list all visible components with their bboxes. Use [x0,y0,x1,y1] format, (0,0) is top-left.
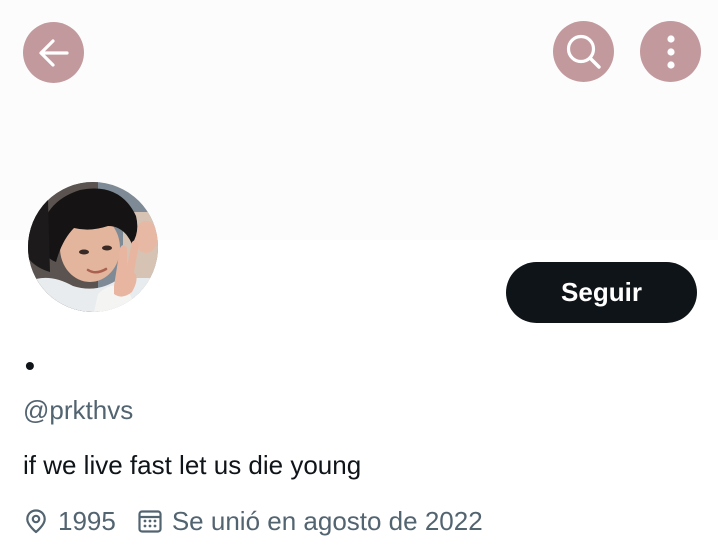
location-item: 1995 [23,506,116,537]
calendar-icon [138,510,162,533]
joined-item: Se unió en agosto de 2022 [137,506,483,537]
search-icon [566,34,601,69]
user-handle: @prkthvs [23,395,134,425]
more-vertical-icon [666,34,675,69]
bio-text: if we live fast let us die young [23,450,362,480]
search-button[interactable] [553,21,614,82]
arrow-left-icon [38,38,69,67]
location-text: 1995 [58,505,116,536]
back-button[interactable] [23,22,84,83]
location-pin-icon [26,509,46,534]
profile-meta: 1995 Se unió en agosto de 2022 [23,503,483,539]
avatar[interactable] [28,182,158,312]
more-options-button[interactable] [640,21,701,82]
profile-page: Seguir • @prkthvs if we live fast let us… [0,0,718,553]
avatar-photo [28,182,158,312]
follow-button[interactable]: Seguir [506,262,697,323]
display-name: • [25,350,35,381]
joined-text: Se unió en agosto de 2022 [171,505,483,536]
